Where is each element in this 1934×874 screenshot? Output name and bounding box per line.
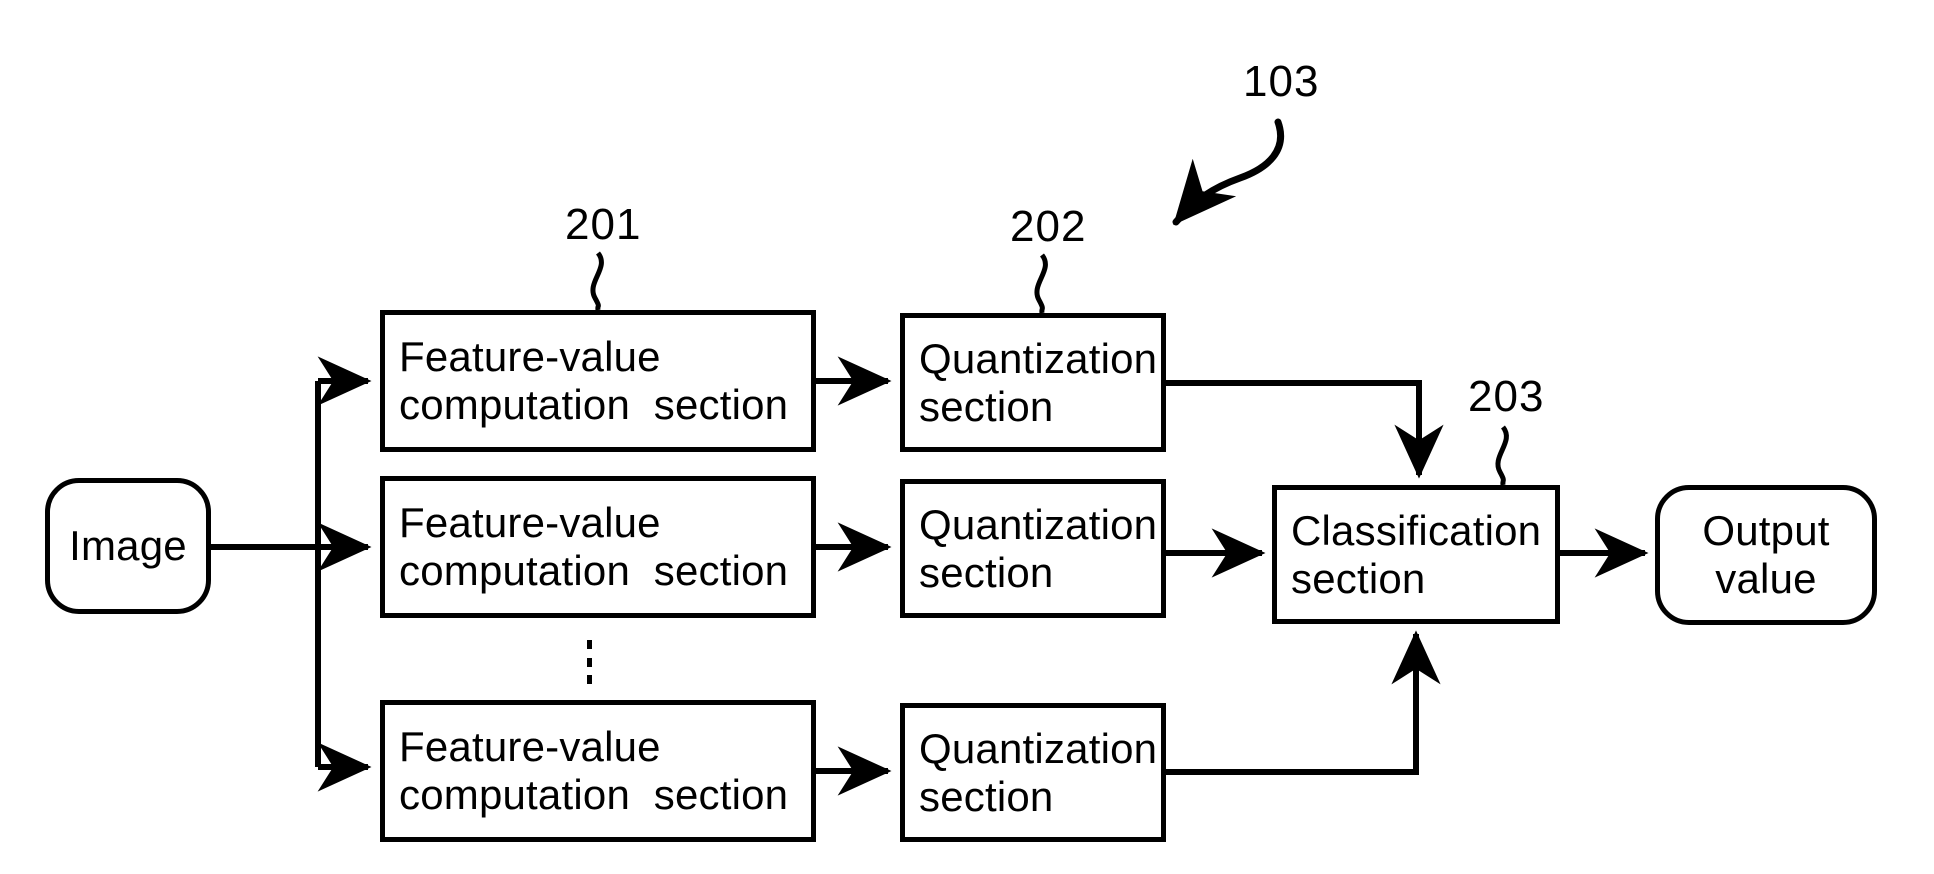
vertical-ellipsis xyxy=(587,640,592,684)
wire-quant-top-to-classification xyxy=(1166,380,1444,479)
reference-numeral-103: 103 xyxy=(1243,57,1320,106)
node-quantization-middle-label-line1: Quantization xyxy=(919,500,1158,548)
node-quantization-bottom[interactable]: Quantization section xyxy=(900,703,1166,842)
node-quantization-bottom-label-line2: section xyxy=(919,772,1054,820)
node-output-value-label-line1: Output xyxy=(1702,507,1830,555)
reference-numeral-202: 202 xyxy=(1010,202,1087,251)
ellipsis-dot xyxy=(587,657,592,667)
node-feature-value-top-label-line2: computation section xyxy=(399,381,789,428)
node-feature-value-middle-label-line1: Feature-value xyxy=(399,499,661,547)
node-feature-value-top[interactable]: Feature-value computation section xyxy=(380,310,816,452)
node-output-value[interactable]: Output value xyxy=(1655,485,1877,625)
ellipsis-dot xyxy=(587,675,592,684)
node-quantization-top-label-line2: section xyxy=(919,382,1054,430)
leader-201 xyxy=(590,251,604,311)
node-classification-label-line1: Classification xyxy=(1291,506,1542,554)
node-image[interactable]: Image xyxy=(45,478,211,614)
reference-numeral-203: 203 xyxy=(1468,372,1545,421)
node-feature-value-bottom[interactable]: Feature-value computation section xyxy=(380,700,816,842)
node-feature-value-bottom-label-line2: computation section xyxy=(399,771,789,818)
node-classification-label-line2: section xyxy=(1291,554,1426,602)
node-quantization-middle-label-line2: section xyxy=(919,548,1054,596)
node-quantization-middle[interactable]: Quantization section xyxy=(900,479,1166,618)
node-image-label: Image xyxy=(69,522,187,570)
node-feature-value-middle-label-line2: computation section xyxy=(399,547,789,594)
node-feature-value-bottom-label-line1: Feature-value xyxy=(399,723,661,771)
wire-quant-bottom-to-classification xyxy=(1166,630,1441,775)
node-quantization-top[interactable]: Quantization section xyxy=(900,313,1166,452)
node-feature-value-top-label-line1: Feature-value xyxy=(399,333,661,381)
figure-canvas: Image Feature-value computation section … xyxy=(0,0,1934,874)
node-classification-section[interactable]: Classification section xyxy=(1272,485,1560,624)
ellipsis-dot xyxy=(587,640,592,649)
node-quantization-bottom-label-line1: Quantization xyxy=(919,724,1158,772)
node-output-value-label-line2: value xyxy=(1715,555,1817,602)
leader-203 xyxy=(1495,425,1509,486)
reference-numeral-201: 201 xyxy=(565,200,642,249)
node-quantization-top-label-line1: Quantization xyxy=(919,334,1158,382)
node-feature-value-middle[interactable]: Feature-value computation section xyxy=(380,476,816,618)
leader-103-arrow xyxy=(1172,118,1285,226)
leader-202 xyxy=(1034,253,1048,314)
